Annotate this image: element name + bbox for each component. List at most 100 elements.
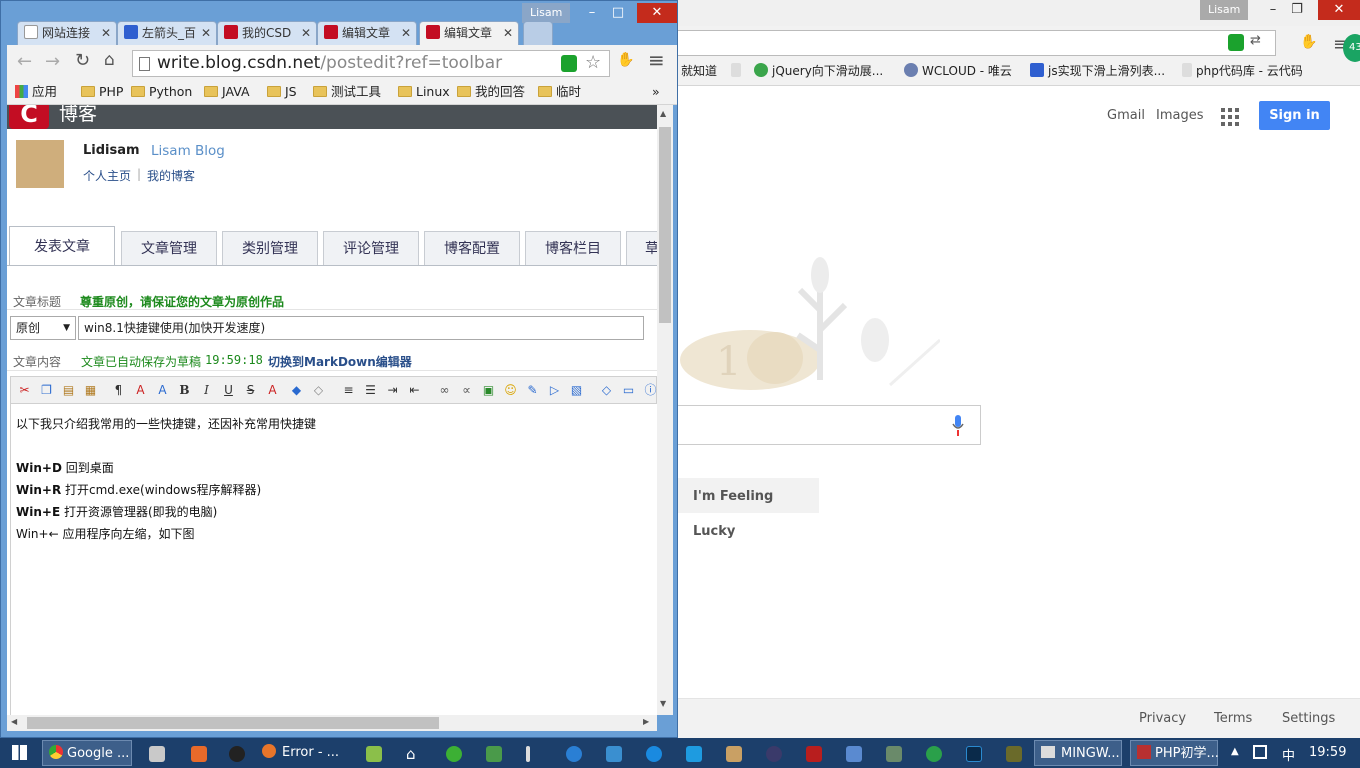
media-icon[interactable]: ▧ bbox=[569, 383, 584, 398]
apps-grid-icon[interactable] bbox=[1221, 108, 1239, 126]
align-icon[interactable]: ≡ bbox=[341, 383, 356, 398]
tab-2[interactable]: 我的CSD ✕ bbox=[217, 21, 317, 45]
vertical-scroll-thumb[interactable] bbox=[659, 127, 671, 323]
gmail-link[interactable]: Gmail bbox=[1107, 108, 1145, 123]
taskbar-app-icon[interactable] bbox=[486, 746, 502, 762]
bookmark-folder-answers[interactable]: 我的回答 bbox=[457, 84, 525, 100]
reload-icon[interactable]: ↻ bbox=[75, 50, 90, 71]
taskbar-home-icon[interactable]: ⌂ bbox=[406, 746, 422, 762]
spellcheck-icon[interactable]: A bbox=[133, 383, 148, 398]
start-icon[interactable] bbox=[12, 745, 27, 760]
bg-bookmark-3[interactable]: WCLOUD - 唯云 bbox=[904, 62, 1012, 80]
unlink-icon[interactable]: ∝ bbox=[459, 383, 474, 398]
blog-name-link[interactable]: Lisam Blog bbox=[151, 143, 225, 159]
taskbar-app-icon[interactable] bbox=[926, 746, 942, 762]
username[interactable]: Lidisam bbox=[83, 143, 140, 158]
taskbar-chrome[interactable]: Google ... bbox=[42, 740, 132, 766]
bookmark-folder-linux[interactable]: Linux bbox=[398, 84, 450, 100]
google-doodle[interactable]: 1 bbox=[680, 250, 942, 390]
bulleted-list-icon[interactable]: ☰ bbox=[363, 383, 378, 398]
images-link[interactable]: Images bbox=[1156, 108, 1204, 123]
bookmark-folder-js[interactable]: JS bbox=[267, 84, 297, 100]
avatar[interactable] bbox=[16, 140, 64, 188]
strikethrough-icon[interactable]: S bbox=[243, 383, 258, 398]
flash-icon[interactable]: ▷ bbox=[547, 383, 562, 398]
paste-word-icon[interactable]: ▦ bbox=[83, 383, 98, 398]
home-icon[interactable]: ⌂ bbox=[104, 50, 115, 70]
extension-icon[interactable]: ✋ bbox=[1300, 34, 1317, 50]
tab-drafts[interactable]: 草 bbox=[626, 231, 657, 265]
notification-badge[interactable]: 43 bbox=[1343, 34, 1360, 62]
tab-blog-columns[interactable]: 博客栏目 bbox=[525, 231, 621, 265]
ime-indicator[interactable]: 中 bbox=[1282, 745, 1295, 764]
taskbar-app-icon[interactable] bbox=[191, 746, 207, 762]
article-title-input[interactable]: win8.1快捷键使用(加快开发速度) bbox=[78, 316, 644, 340]
taskbar-filezilla-icon[interactable] bbox=[806, 746, 822, 762]
tray-expand-icon[interactable]: ▲ bbox=[1231, 746, 1239, 757]
bg-bookmark-1[interactable] bbox=[731, 62, 745, 80]
link-icon[interactable]: ∞ bbox=[437, 383, 452, 398]
bookmarks-more[interactable]: » bbox=[652, 84, 660, 100]
preview-icon[interactable]: ▭ bbox=[621, 383, 636, 398]
article-type-select[interactable]: 原创 ▼ bbox=[10, 316, 76, 340]
copy-icon[interactable]: ❐ bbox=[39, 383, 54, 398]
tab-1[interactable]: 左箭头_百 ✕ bbox=[117, 21, 217, 45]
taskbar-qq-icon[interactable] bbox=[229, 746, 245, 762]
taskbar-cloud-icon[interactable] bbox=[606, 746, 622, 762]
paste-icon[interactable]: ▤ bbox=[61, 383, 76, 398]
front-close-button[interactable]: ✕ bbox=[637, 3, 677, 23]
taskbar-k-icon[interactable] bbox=[566, 746, 582, 762]
bookmark-folder-python[interactable]: Python bbox=[131, 84, 192, 100]
bookmark-folder-java[interactable]: JAVA bbox=[204, 84, 250, 100]
feeling-lucky-button[interactable]: I'm Feeling Lucky bbox=[678, 478, 819, 539]
edit-icon[interactable]: ✎ bbox=[525, 383, 540, 398]
close-tab-icon[interactable]: ✕ bbox=[201, 22, 211, 44]
underline-icon[interactable]: U bbox=[221, 383, 236, 398]
taskbar-app-icon[interactable] bbox=[1006, 746, 1022, 762]
close-tab-icon[interactable]: ✕ bbox=[301, 22, 311, 44]
forward-icon[interactable]: → bbox=[45, 51, 60, 72]
close-tab-icon[interactable]: ✕ bbox=[401, 22, 411, 44]
translate-icon[interactable]: ⇄ bbox=[1250, 33, 1261, 48]
sign-in-button[interactable]: Sign in bbox=[1259, 101, 1330, 130]
outdent-icon[interactable]: ⇤ bbox=[407, 383, 422, 398]
scroll-left-arrow-icon[interactable]: ◀ bbox=[11, 717, 17, 726]
taskbar-mingw[interactable]: MINGW... bbox=[1034, 740, 1122, 766]
taskbar-photoshop-icon[interactable] bbox=[966, 746, 982, 762]
bold-icon[interactable]: B bbox=[177, 383, 192, 398]
privacy-link[interactable]: Privacy bbox=[1139, 711, 1186, 726]
scroll-up-arrow-icon[interactable]: ▲ bbox=[660, 109, 666, 118]
back-icon[interactable]: ← bbox=[17, 51, 32, 72]
extension-icon[interactable]: ✋ bbox=[617, 52, 634, 68]
tab-article-manage[interactable]: 文章管理 bbox=[121, 231, 217, 265]
menu-icon[interactable]: ≡ bbox=[648, 48, 665, 72]
italic-icon[interactable]: I bbox=[199, 383, 214, 398]
info-icon[interactable]: ⓘ bbox=[643, 383, 657, 398]
tab-3[interactable]: 编辑文章 ✕ bbox=[317, 21, 417, 45]
bg-bookmark-4[interactable]: js实现下滑上滑列表... bbox=[1030, 62, 1165, 80]
new-tab-button[interactable] bbox=[523, 21, 553, 45]
taskbar-wechat-icon[interactable] bbox=[446, 746, 462, 762]
settings-link[interactable]: Settings bbox=[1282, 711, 1335, 726]
source-code-icon[interactable]: ◇ bbox=[599, 383, 614, 398]
taskbar-pen-icon[interactable] bbox=[526, 746, 530, 762]
indent-icon[interactable]: ⇥ bbox=[385, 383, 400, 398]
tab-comment-manage[interactable]: 评论管理 bbox=[323, 231, 419, 265]
microphone-icon[interactable] bbox=[952, 415, 964, 437]
terms-link[interactable]: Terms bbox=[1214, 711, 1252, 726]
smiley-icon[interactable]: ☺ bbox=[503, 383, 518, 398]
editor-body[interactable]: 以下我只介绍我常用的一些快捷键，还因补充常用快捷键 Win+D 回到桌面 Win… bbox=[10, 404, 657, 715]
scroll-right-arrow-icon[interactable]: ▶ bbox=[643, 717, 649, 726]
bookmark-folder-temp[interactable]: 临时 bbox=[538, 84, 581, 100]
bookmark-folder-test-tools[interactable]: 测试工具 bbox=[313, 84, 381, 100]
home-page-link[interactable]: 个人主页 bbox=[83, 167, 131, 184]
font-icon[interactable]: A bbox=[155, 383, 170, 398]
bg-bookmark-0[interactable]: 就知道 bbox=[681, 62, 717, 80]
profile-badge[interactable]: Lisam bbox=[1200, 0, 1249, 20]
csdn-logo[interactable]: C bbox=[9, 105, 49, 129]
clock[interactable]: 19:59 bbox=[1309, 745, 1346, 760]
taskbar-explorer-icon[interactable] bbox=[149, 746, 165, 762]
maximize-button[interactable]: ❐ bbox=[1282, 0, 1312, 20]
scroll-down-arrow-icon[interactable]: ▼ bbox=[660, 699, 666, 708]
google-search-input[interactable] bbox=[678, 405, 981, 445]
